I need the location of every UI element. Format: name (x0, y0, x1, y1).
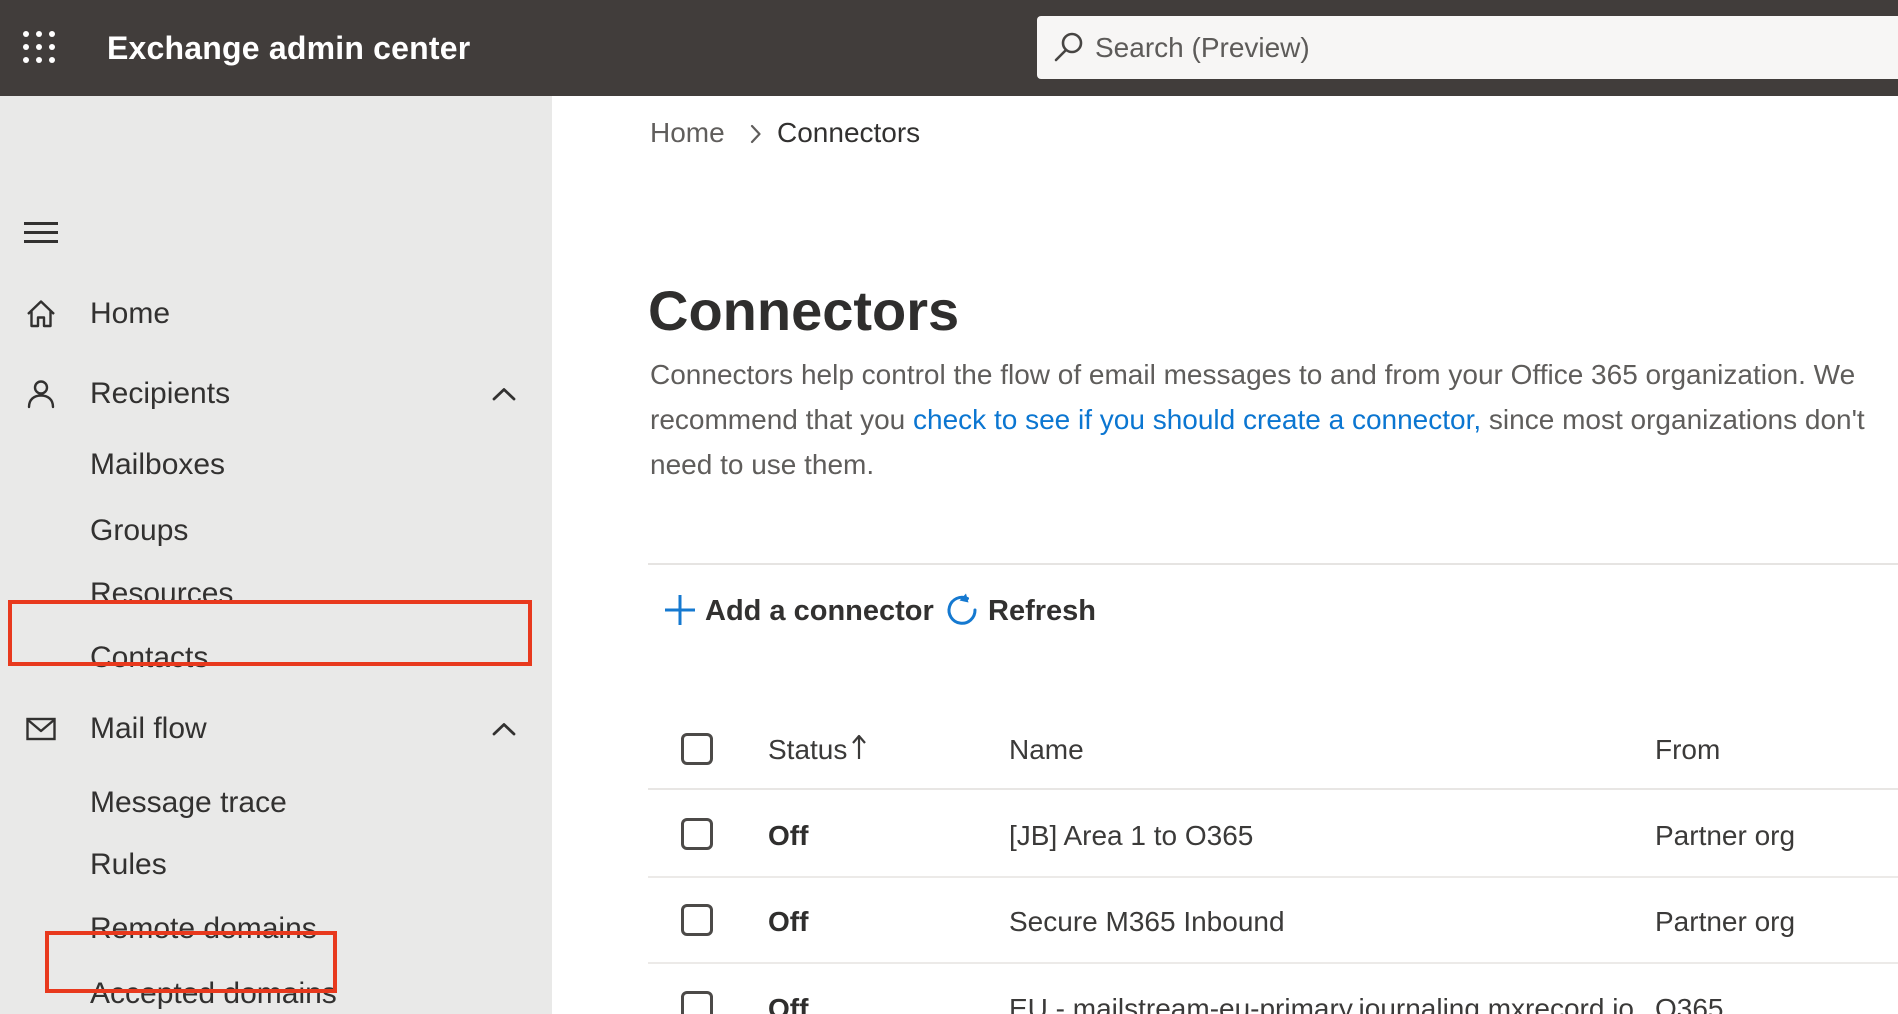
toolbar-divider (648, 563, 1898, 565)
refresh-label: Refresh (988, 595, 1096, 627)
description-text: recommend that you (650, 404, 914, 435)
home-icon (24, 297, 58, 331)
add-connector-label: Add a connector (705, 595, 934, 627)
page-description: Connectors help control the flow of emai… (650, 352, 1890, 487)
page-title: Connectors (648, 278, 960, 342)
sidebar-item-label: Accepted domains (90, 977, 337, 1010)
cell-from: Partner org (1655, 820, 1796, 851)
sidebar-item-remote-domains[interactable]: Remote domains (0, 897, 552, 961)
waffle-grid-icon (23, 31, 55, 63)
description-line: recommend that you check to see if you s… (650, 397, 1890, 442)
refresh-button[interactable]: Refresh (945, 593, 1096, 630)
breadcrumb-current: Connectors (777, 117, 921, 148)
sidebar-item-label: Recipients (90, 377, 231, 410)
hamburger-menu-icon[interactable] (24, 222, 58, 244)
table-header-row: Status Name From (648, 710, 1898, 790)
sidebar: Home Recipients Mailboxes Groups Resourc… (0, 96, 552, 1014)
mail-icon (24, 713, 58, 747)
select-all-checkbox[interactable] (681, 733, 713, 765)
sidebar-item-message-trace[interactable]: Message trace (0, 771, 552, 835)
sidebar-item-label: Home (90, 297, 171, 330)
sidebar-item-label: Mailboxes (90, 448, 226, 481)
row-checkbox[interactable] (681, 818, 713, 850)
sidebar-item-label: Contacts (90, 641, 209, 674)
plus-icon (663, 593, 697, 630)
sort-ascending-icon[interactable] (850, 732, 868, 767)
topbar: Exchange admin center (0, 0, 1898, 96)
cell-status: Off (768, 993, 809, 1014)
sidebar-item-label: Mail flow (90, 712, 207, 745)
description-text: since most organizations don't (1481, 404, 1865, 435)
chevron-up-icon[interactable] (492, 387, 516, 401)
main-content: Home Connectors Connectors Connectors he… (552, 96, 1898, 1014)
sidebar-item-contacts[interactable]: Contacts (0, 626, 552, 690)
sidebar-item-mail-flow[interactable]: Mail flow (0, 697, 552, 761)
exchange-admin-center-window: Exchange admin center Home Recipients (0, 0, 1898, 1014)
sidebar-item-label: Groups (90, 514, 189, 547)
cell-status: Off (768, 820, 809, 851)
chevron-up-icon[interactable] (492, 722, 516, 736)
sidebar-item-label: Message trace (90, 786, 287, 819)
search-icon (1054, 32, 1083, 62)
breadcrumb-home-link[interactable]: Home (650, 117, 725, 149)
sidebar-item-label: Resources (90, 577, 234, 610)
app-title: Exchange admin center (107, 30, 471, 66)
sidebar-item-resources[interactable]: Resources (0, 562, 552, 626)
cell-name[interactable]: Secure M365 Inbound (1009, 906, 1285, 938)
column-header-name[interactable]: Name (1009, 734, 1084, 766)
table-row[interactable]: Off EU - mailstream-eu-primary.journalin… (648, 965, 1898, 1014)
create-connector-check-link[interactable]: check to see if you should create a conn… (913, 404, 1481, 435)
sidebar-item-accepted-domains[interactable]: Accepted domains (0, 962, 552, 1014)
table-row[interactable]: Off [JB] Area 1 to O365 Partner org (648, 792, 1898, 878)
cell-name[interactable]: [JB] Area 1 to O365 (1009, 820, 1253, 852)
sidebar-item-home[interactable]: Home (0, 282, 552, 346)
sidebar-item-recipients[interactable]: Recipients (0, 362, 552, 426)
column-header-status[interactable]: Status (768, 734, 847, 766)
column-header-from[interactable]: From (1655, 734, 1720, 766)
breadcrumb-chevron-icon (748, 123, 763, 150)
cell-name[interactable]: EU - mailstream-eu-primary.journaling.mx… (1009, 993, 1634, 1014)
cell-status: Off (768, 906, 809, 937)
cell-from: Partner org (1655, 906, 1796, 937)
search-input[interactable] (1093, 16, 1873, 79)
app-launcher-icon[interactable] (20, 28, 58, 66)
sidebar-item-label: Remote domains (90, 912, 317, 945)
search-box[interactable] (1037, 16, 1898, 79)
refresh-icon (945, 593, 979, 630)
person-icon (24, 377, 58, 411)
description-line: need to use them. (650, 449, 875, 480)
sidebar-item-rules[interactable]: Rules (0, 833, 552, 897)
sidebar-item-mailboxes[interactable]: Mailboxes (0, 433, 552, 497)
table-row[interactable]: Off Secure M365 Inbound Partner org (648, 878, 1898, 964)
cell-from: O365 (1655, 993, 1724, 1014)
description-line: Connectors help control the flow of emai… (650, 359, 1856, 390)
sidebar-item-groups[interactable]: Groups (0, 499, 552, 563)
add-connector-button[interactable]: Add a connector (663, 593, 934, 630)
row-checkbox[interactable] (681, 991, 713, 1014)
row-checkbox[interactable] (681, 904, 713, 936)
sidebar-item-label: Rules (90, 848, 167, 881)
